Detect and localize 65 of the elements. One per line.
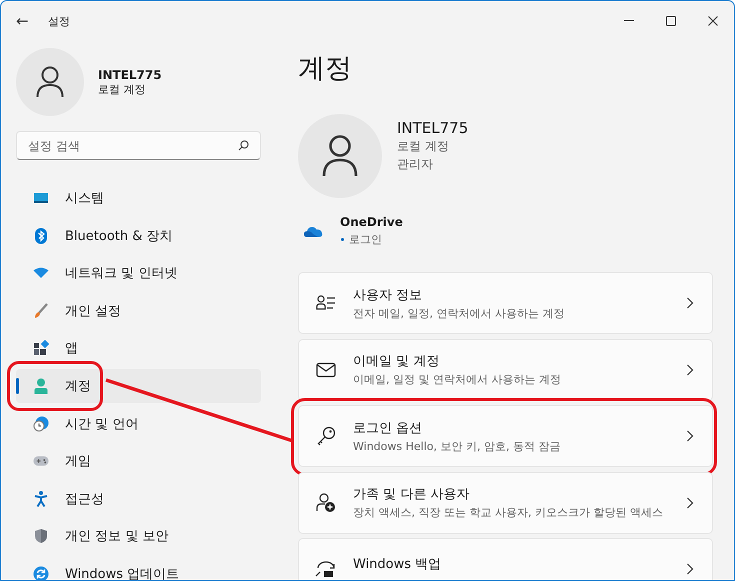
account-type: 로컬 계정 (98, 82, 146, 96)
chevron-icon (686, 563, 694, 575)
globe-clock-icon (33, 416, 49, 432)
close-icon (708, 16, 718, 26)
chevron-icon (686, 364, 694, 376)
shield-icon (33, 528, 49, 544)
account-name: INTEL775 (397, 119, 468, 137)
card-title: 이메일 및 계정 (353, 353, 440, 370)
card-title: 가족 및 다른 사용자 (353, 486, 470, 503)
status-dot (341, 238, 344, 241)
nav-item[interactable]: 개인 정보 및 보안 (16, 519, 261, 554)
chevron-icon (686, 297, 694, 309)
nav-item[interactable]: 접근성 (16, 482, 261, 516)
account-type: 로컬 계정 (397, 138, 450, 155)
search-field[interactable]: 설정 검색 (16, 131, 261, 160)
card-subtitle: 이메일, 일정 및 연락처에서 사용하는 계정 (353, 372, 562, 387)
person-icon (36, 66, 64, 98)
nav-item[interactable]: 시스템 (16, 181, 261, 215)
cloud-icon (304, 225, 323, 237)
card-title: Windows 백업 (353, 556, 442, 573)
chevron-icon (686, 496, 694, 508)
bluetooth-icon (33, 228, 49, 244)
nav-item[interactable]: Windows 업데이트 (16, 556, 261, 580)
nav-item[interactable]: 개인 설정 (16, 294, 261, 328)
minimize-icon (624, 20, 634, 22)
settings-card[interactable]: 로그인 옵션 Windows Hello, 보안 키, 암호, 동적 잠금 (298, 405, 713, 467)
card-subtitle: Windows Hello, 보안 키, 암호, 동적 잠금 (353, 438, 562, 454)
page-title: 계정 (298, 52, 352, 86)
window-title: 설정 (48, 14, 70, 28)
account-role: 관리자 (397, 156, 434, 173)
gamepad-icon (33, 455, 49, 468)
onedrive-status: 로그인 (349, 232, 382, 248)
nav-item[interactable]: 네트워크 및 인터넷 (16, 256, 261, 290)
display-icon (33, 191, 49, 205)
contact-list-icon (315, 295, 337, 311)
selection-indicator (16, 378, 19, 394)
card-title: 로그인 옵션 (353, 420, 424, 436)
person-icon (33, 378, 49, 394)
backup-icon (315, 560, 337, 578)
onedrive-label: OneDrive (340, 214, 403, 231)
nav-item[interactable]: 시간 및 언어 (16, 406, 261, 441)
wifi-icon (33, 267, 49, 280)
settings-card[interactable]: 이메일 및 계정 이메일, 일정 및 연락처에서 사용하는 계정 (298, 338, 713, 400)
back-button[interactable]: ← (16, 12, 32, 30)
settings-card[interactable]: 가족 및 다른 사용자 장치 액세스, 직장 또는 학교 사용자, 키오스크가 할당된 액세스 (298, 472, 713, 534)
nav-item[interactable]: Bluetooth & 장치 (16, 218, 261, 253)
brush-icon (33, 302, 49, 319)
chevron-icon (686, 430, 694, 442)
accessibility-icon (33, 490, 49, 507)
nav-item[interactable]: 앱 (16, 331, 261, 366)
key-icon (315, 426, 337, 446)
maximize-icon (666, 16, 676, 26)
nav-item[interactable]: 계정 (16, 368, 261, 403)
settings-card[interactable]: Windows 백업 (298, 538, 713, 580)
settings-card[interactable]: 사용자 정보 전자 메일, 일정, 연락처에서 사용하는 계정 (298, 272, 713, 334)
apps-icon (33, 340, 49, 356)
mail-icon (315, 362, 337, 378)
search-icon (238, 140, 249, 151)
card-subtitle: 전자 메일, 일정, 연락처에서 사용하는 계정 (353, 306, 566, 320)
person-icon (322, 135, 358, 177)
card-subtitle: 장치 액세스, 직장 또는 학교 사용자, 키오스크가 할당된 액세스 (353, 505, 664, 520)
person-add-icon (315, 492, 337, 512)
card-title: 사용자 정보 (353, 286, 424, 304)
profile-name: INTEL775 (98, 68, 162, 82)
nav-item[interactable]: 게임 (16, 444, 261, 478)
